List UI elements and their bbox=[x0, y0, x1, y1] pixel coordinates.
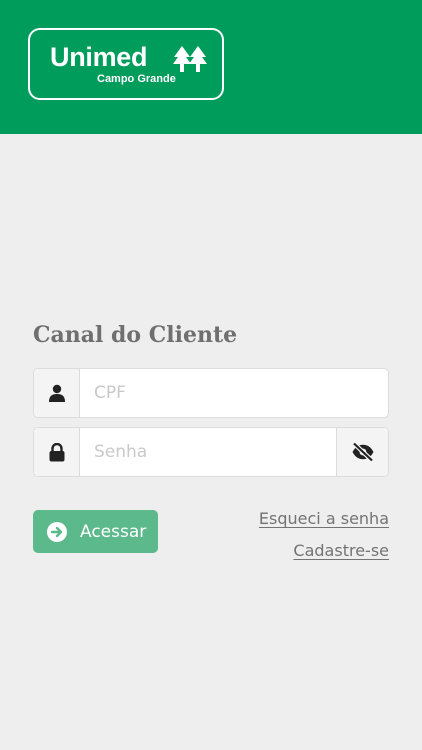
password-field bbox=[33, 427, 389, 477]
password-input[interactable] bbox=[80, 428, 336, 476]
password-addon bbox=[34, 428, 80, 476]
toggle-password-visibility-button[interactable] bbox=[336, 428, 388, 476]
cpf-input[interactable] bbox=[80, 369, 388, 417]
brand-name: Unimed bbox=[50, 42, 148, 72]
login-button-label: Acessar bbox=[80, 521, 147, 542]
cpf-field bbox=[33, 368, 389, 418]
arrow-circle-right-icon bbox=[47, 521, 67, 542]
login-button[interactable]: Acessar bbox=[33, 510, 158, 553]
page-title: Canal do Cliente bbox=[33, 322, 238, 348]
signup-link[interactable]: Cadastre-se bbox=[293, 541, 389, 560]
unimed-pine-trees-icon bbox=[173, 46, 207, 72]
lock-icon bbox=[49, 442, 64, 461]
cpf-addon bbox=[34, 369, 80, 417]
brand-subtitle: Campo Grande bbox=[97, 73, 176, 85]
eye-slash-icon bbox=[351, 442, 374, 462]
brand-logo: Unimed Campo Grande bbox=[28, 28, 224, 100]
user-icon bbox=[48, 384, 65, 402]
app-header: Unimed Campo Grande bbox=[0, 0, 422, 134]
forgot-password-link[interactable]: Esqueci a senha bbox=[259, 509, 389, 528]
